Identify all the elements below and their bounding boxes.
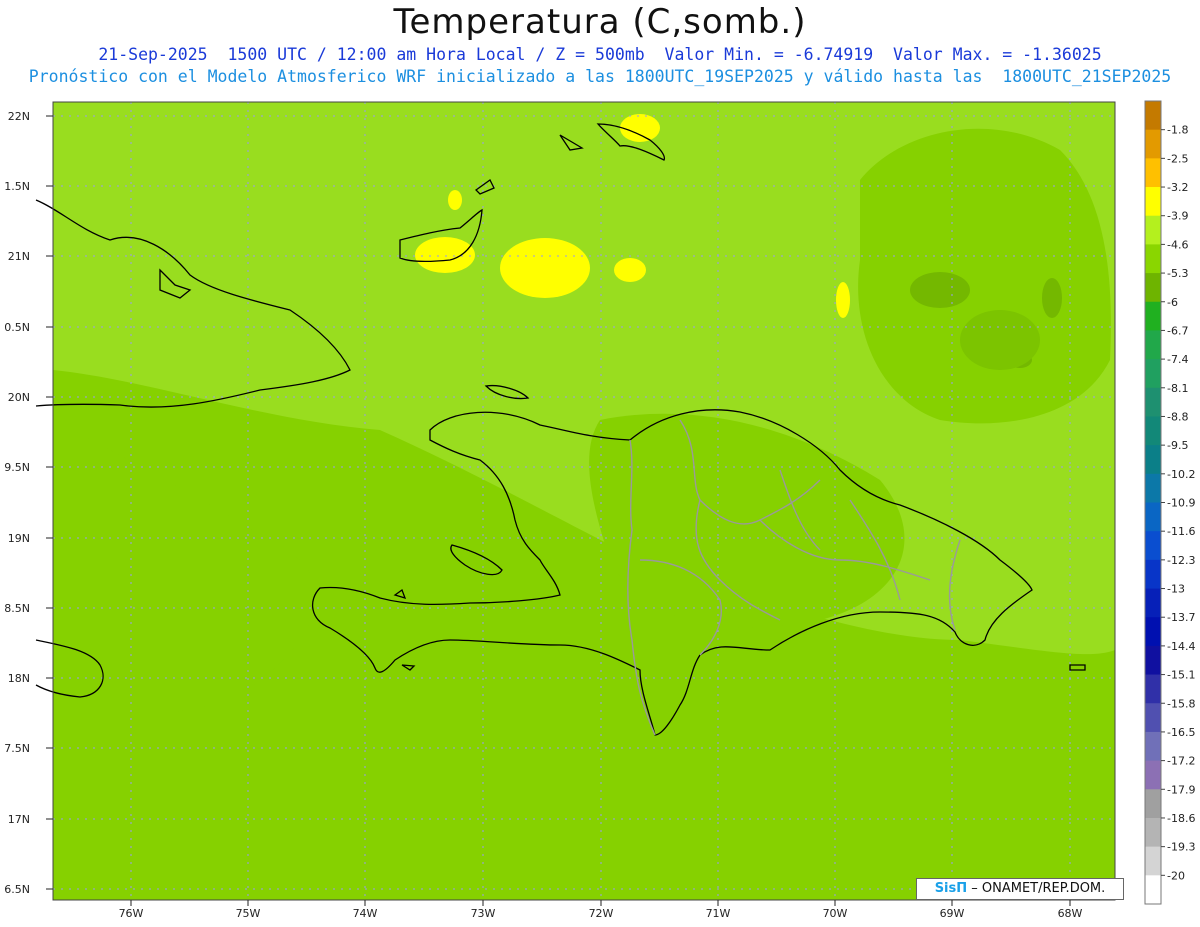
colorbar-label: -2.5 <box>1167 152 1188 165</box>
colorbar-swatch <box>1145 645 1161 675</box>
colorbar-swatch <box>1145 502 1161 532</box>
colorbar-label: -15.8 <box>1167 697 1195 710</box>
cold-region-northeast <box>858 128 1111 424</box>
colorbar-swatch <box>1145 674 1161 704</box>
lon-label: 69W <box>940 907 965 920</box>
lat-label: 22N <box>8 110 30 123</box>
colorbar-label: -5.3 <box>1167 267 1188 280</box>
colorbar-swatch <box>1145 301 1161 331</box>
colorbar-label: -11.6 <box>1167 525 1195 538</box>
lon-label: 73W <box>471 907 496 920</box>
colorbar-swatch <box>1145 215 1161 245</box>
colorbar-swatch <box>1145 617 1161 647</box>
colorbar-swatch <box>1145 817 1161 848</box>
colorbar-swatch <box>1145 244 1161 274</box>
lon-axis: 76W 75W 74W 73W 72W 71W 70W 69W 68W <box>119 907 1083 920</box>
colorbar-swatch <box>1145 187 1161 217</box>
lat-label: 21N <box>8 250 30 263</box>
lat-label: 9.5N <box>4 461 30 474</box>
colorbar-label: -10.9 <box>1167 497 1195 510</box>
cold-patch <box>910 272 970 308</box>
lon-label: 76W <box>119 907 144 920</box>
lat-label: 17N <box>8 813 30 826</box>
colorbar-label: -4.6 <box>1167 238 1188 251</box>
colorbar-swatch <box>1145 588 1161 618</box>
colorbar-swatch <box>1145 129 1161 159</box>
colorbar-swatch <box>1145 387 1161 417</box>
sispi-logo: SisΠ <box>934 881 968 896</box>
colorbar-label: -17.9 <box>1167 783 1195 796</box>
lon-label: 71W <box>706 907 731 920</box>
warm-patch <box>836 282 850 318</box>
colorbar-swatch <box>1145 531 1161 561</box>
colorbar-label: -3.9 <box>1167 210 1188 223</box>
lat-label: 6.5N <box>4 883 30 896</box>
credit-text: – ONAMET/REP.DOM. <box>971 881 1106 896</box>
colorbar-label: -1.8 <box>1167 124 1188 137</box>
colorbar-label: -15.1 <box>1167 669 1195 682</box>
lat-label: 19N <box>8 532 30 545</box>
colorbar-swatch <box>1145 445 1161 475</box>
colorbar-swatch <box>1145 473 1161 503</box>
colorbar-label: -7.4 <box>1167 353 1188 366</box>
lon-label: 75W <box>236 907 261 920</box>
lon-label: 70W <box>823 907 848 920</box>
colorbar-swatch <box>1145 158 1161 188</box>
warm-patch <box>500 238 590 298</box>
lat-label: 8.5N <box>4 602 30 615</box>
colorbar-swatch <box>1145 760 1161 790</box>
colorbar-swatch <box>1145 101 1161 131</box>
warm-patch <box>415 237 475 273</box>
lat-label: 18N <box>8 672 30 685</box>
colorbar-label: -6.7 <box>1167 324 1188 337</box>
colorbar-swatch <box>1145 559 1161 589</box>
colorbar-label: -14.4 <box>1167 640 1195 653</box>
lon-label: 74W <box>353 907 378 920</box>
colorbar-label: -12.3 <box>1167 554 1195 567</box>
colorbar-swatch <box>1145 273 1161 303</box>
colorbar-swatch <box>1145 703 1161 733</box>
colorbar-label: -8.1 <box>1167 382 1188 395</box>
cold-patch <box>1042 278 1062 318</box>
lat-label: 20N <box>8 391 30 404</box>
warm-patch <box>614 258 646 282</box>
map-figure: 22N 1.5N 21N 0.5N 20N 9.5N 19N 8.5N 18N … <box>4 100 1195 920</box>
colorbar-swatch <box>1145 359 1161 389</box>
colorbar-label: -16.5 <box>1167 726 1195 739</box>
colorbar-swatch <box>1145 416 1161 446</box>
colorbar-label: -13.7 <box>1167 611 1195 624</box>
colorbar-swatch <box>1145 789 1161 819</box>
colorbar: -1.8 -2.5 -3.2 -3.9 -4.6 -5.3 -6 -6.7 -7.4 -8.1 -8… <box>1144 100 1195 905</box>
colorbar-label: -8.8 <box>1167 410 1188 423</box>
cold-patch <box>960 310 1040 370</box>
colorbar-label: -17.2 <box>1167 755 1195 768</box>
colorbar-label: -20 <box>1167 869 1185 882</box>
lat-axis: 22N 1.5N 21N 0.5N 20N 9.5N 19N 8.5N 18N … <box>4 110 30 896</box>
lon-ticks <box>130 900 1071 906</box>
colorbar-label: -6 <box>1167 296 1178 309</box>
colorbar-label: -18.6 <box>1167 812 1195 825</box>
warm-patch <box>620 114 660 142</box>
colorbar-label: -13 <box>1167 583 1185 596</box>
colorbar-label: -3.2 <box>1167 181 1188 194</box>
lon-label: 72W <box>589 907 614 920</box>
colorbar-label: -19.3 <box>1167 841 1195 854</box>
lat-label: 1.5N <box>4 180 30 193</box>
lat-label: 7.5N <box>4 742 30 755</box>
lat-label: 0.5N <box>4 321 30 334</box>
lat-ticks <box>46 115 53 890</box>
lon-label: 68W <box>1058 907 1083 920</box>
warm-patch <box>448 190 462 210</box>
colorbar-swatch <box>1145 330 1161 360</box>
credit-box: SisΠ – ONAMET/REP.DOM. <box>916 878 1124 900</box>
colorbar-label: -10.2 <box>1167 468 1195 481</box>
colorbar-swatch <box>1145 846 1161 876</box>
colorbar-label: -9.5 <box>1167 439 1188 452</box>
colorbar-swatch <box>1145 731 1161 762</box>
colorbar-swatch <box>1145 875 1161 905</box>
